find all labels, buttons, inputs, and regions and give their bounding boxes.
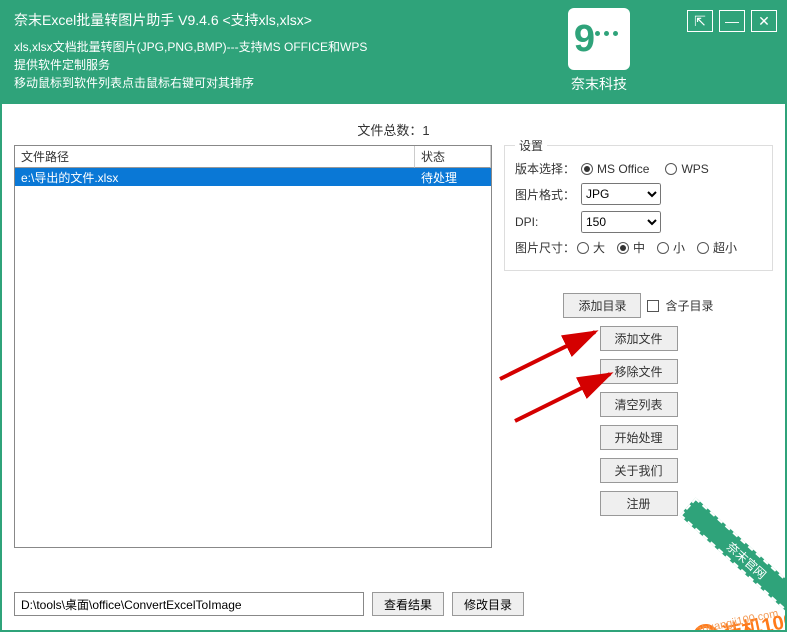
format-label: 图片格式： xyxy=(515,186,575,203)
include-subdir-checkbox[interactable] xyxy=(647,300,659,312)
pin-button[interactable]: ⇱ xyxy=(687,10,713,32)
radio-size-xsmall[interactable]: 超小 xyxy=(697,239,737,256)
radio-ms-office[interactable]: MS Office xyxy=(581,162,649,176)
settings-group: 设置 版本选择： MS Office WPS 图片格式： xyxy=(504,145,773,271)
col-header-status[interactable]: 状态 xyxy=(415,146,491,168)
view-result-button[interactable]: 查看结果 xyxy=(372,592,444,616)
close-button[interactable]: ✕ xyxy=(751,10,777,32)
start-button[interactable]: 开始处理 xyxy=(600,425,678,450)
change-dir-button[interactable]: 修改目录 xyxy=(452,592,524,616)
output-path-input[interactable] xyxy=(14,592,364,616)
size-label: 图片尺寸： xyxy=(515,239,575,256)
file-table[interactable]: 文件路径 状态 e:\导出的文件.xlsx 待处理 xyxy=(14,145,492,548)
app-title: 奈末Excel批量转图片助手 V9.4.6 <支持xls,xlsx> xyxy=(14,10,773,30)
brand-logo: 9 奈末科技 xyxy=(568,8,630,94)
radio-wps[interactable]: WPS xyxy=(665,162,708,176)
dpi-select[interactable]: 150200300 xyxy=(581,211,661,233)
version-label: 版本选择： xyxy=(515,160,575,177)
register-button[interactable]: 注册 xyxy=(600,491,678,516)
radio-size-big[interactable]: 大 xyxy=(577,239,605,256)
header-desc-2: 提供软件定制服务 xyxy=(14,56,773,74)
cell-path: e:\导出的文件.xlsx xyxy=(15,168,415,186)
clear-list-button[interactable]: 清空列表 xyxy=(600,392,678,417)
about-button[interactable]: 关于我们 xyxy=(600,458,678,483)
add-file-button[interactable]: 添加文件 xyxy=(600,326,678,351)
col-header-path[interactable]: 文件路径 xyxy=(15,146,415,168)
minimize-button[interactable]: — xyxy=(719,10,745,32)
radio-size-small[interactable]: 小 xyxy=(657,239,685,256)
format-select[interactable]: JPGPNGBMP xyxy=(581,183,661,205)
add-directory-button[interactable]: 添加目录 xyxy=(563,293,641,318)
table-row[interactable]: e:\导出的文件.xlsx 待处理 xyxy=(15,168,491,186)
settings-legend: 设置 xyxy=(515,137,547,154)
cell-status: 待处理 xyxy=(415,168,491,186)
remove-file-button[interactable]: 移除文件 xyxy=(600,359,678,384)
header-desc-3: 移动鼠标到软件列表点击鼠标右键可对其排序 xyxy=(14,74,773,92)
file-count: 文件总数：1 xyxy=(14,120,773,139)
dpi-label: DPI: xyxy=(515,215,575,229)
header-desc-1: xls,xlsx文档批量转图片(JPG,PNG,BMP)---支持MS OFFI… xyxy=(14,38,773,56)
brand-name: 奈末科技 xyxy=(568,74,630,94)
include-subdir-label: 含子目录 xyxy=(665,297,713,314)
radio-size-mid[interactable]: 中 xyxy=(617,239,645,256)
